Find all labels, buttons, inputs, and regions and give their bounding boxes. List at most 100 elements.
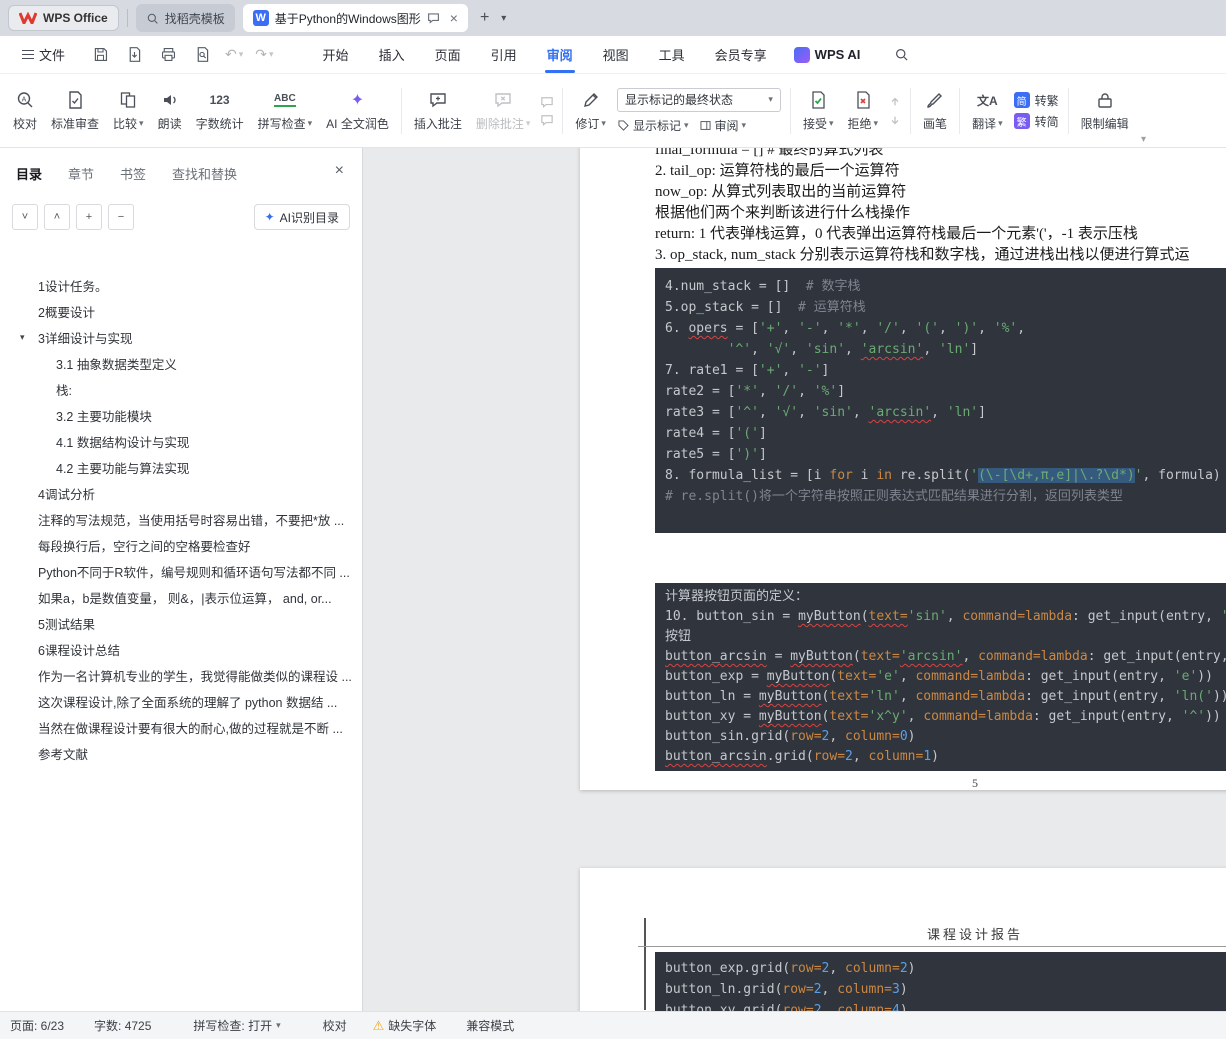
dropdown-arrow-icon[interactable]: ▾ <box>239 49 244 60</box>
export-pdf-button[interactable] <box>123 44 145 66</box>
toc-item[interactable]: 5测试结果 <box>0 610 362 636</box>
toc-item[interactable]: 3.2 主要功能模块 <box>0 402 362 428</box>
toc-collapse-button[interactable]: ˄ <box>44 204 70 230</box>
delete-comment-button[interactable]: 删除批注 ▾ <box>469 80 538 142</box>
markup-tag-icon <box>618 119 629 131</box>
previous-comment-icon[interactable] <box>540 96 554 108</box>
file-menu-button[interactable]: 文件 <box>12 45 75 64</box>
spell-check-button[interactable]: ABC 拼写检查 ▾ <box>251 80 320 142</box>
sidebar-tab-bookmarks[interactable]: 书签 <box>120 164 146 183</box>
menu-insert[interactable]: 插入 <box>364 36 420 73</box>
toc-item[interactable]: 4调试分析 <box>0 480 362 506</box>
tab-template-store[interactable]: 找稻壳模板 <box>135 4 235 32</box>
collapse-ribbon-icon[interactable]: ▾ <box>1141 134 1146 145</box>
menu-tools[interactable]: 工具 <box>644 36 700 73</box>
print-button[interactable] <box>157 44 179 66</box>
toc-item[interactable]: 作为一名计算机专业的学生，我觉得能做类似的课程设 ... <box>0 662 362 688</box>
wps-home-button[interactable]: WPS Office <box>8 5 119 31</box>
dropdown-arrow-icon: ▾ <box>525 118 531 128</box>
word-count-indicator[interactable]: 字数: 4725 <box>94 1017 151 1034</box>
toc-zoom-in-button[interactable]: + <box>76 204 102 230</box>
dropdown-arrow-icon[interactable]: ▾ <box>269 49 274 60</box>
to-traditional-button[interactable]: 简 转繁 <box>1013 92 1059 109</box>
menu-home[interactable]: 开始 <box>308 36 364 73</box>
text-line: button_xy.grid(row=2, column=4) <box>665 1003 908 1011</box>
restrict-edit-button[interactable]: 限制编辑 <box>1074 80 1136 142</box>
read-aloud-button[interactable]: 朗读 <box>151 80 189 142</box>
reject-button[interactable]: 拒绝 ▾ <box>841 80 886 142</box>
ai-recognize-toc-button[interactable]: ✦ AI识别目录 <box>253 204 350 230</box>
toc-item[interactable]: 3.1 抽象数据类型定义 <box>0 350 362 376</box>
navigation-sidebar: 目录 章节 书签 查找和替换 × ˅ ˄ + − ✦ AI识别目录 1设计任务。… <box>0 148 363 1011</box>
show-markup-button[interactable]: 显示标记 ▾ <box>617 117 689 134</box>
next-change-icon[interactable] <box>888 114 902 126</box>
sidebar-tab-chapters[interactable]: 章节 <box>68 164 94 183</box>
delete-comment-label: 删除批注 <box>475 117 524 131</box>
review-pane-button[interactable]: 审阅 ▾ <box>699 117 746 134</box>
window-tab-bar: WPS Office 找稻壳模板 W 基于Python的Windows图形 × … <box>0 0 1226 36</box>
toc-item[interactable]: 6课程设计总结 <box>0 636 362 662</box>
menu-member[interactable]: 会员专享 <box>700 36 782 73</box>
redo-button[interactable]: ↷ ▾ <box>255 46 273 63</box>
toc-item[interactable]: 4.2 主要功能与算法实现 <box>0 454 362 480</box>
ai-polish-button[interactable]: ✦ AI 全文润色 <box>319 80 396 142</box>
compare-button[interactable]: 比较 ▾ <box>106 80 151 142</box>
insert-comment-button[interactable]: 插入批注 <box>407 80 469 142</box>
track-changes-button[interactable]: 修订 ▾ <box>568 80 613 142</box>
toc-item[interactable]: 当然在做课程设计要有很大的耐心,做的过程就是不断 ... <box>0 714 362 740</box>
spell-check-status[interactable]: 拼写检查: 打开 ▾ <box>193 1017 280 1034</box>
tab-document[interactable]: W 基于Python的Windows图形 × <box>242 4 468 32</box>
accept-button[interactable]: 接受 ▾ <box>796 80 841 142</box>
standard-review-button[interactable]: 标准审查 <box>44 80 106 142</box>
toc-item[interactable]: 这次课程设计,除了全面系统的理解了 python 数据结 ... <box>0 688 362 714</box>
comment-count-icon[interactable] <box>427 12 440 24</box>
document-page-5[interactable]: final_formula = [] # 最终的算式列表 2. tail_op: … <box>580 148 1226 790</box>
toc-item[interactable]: ▾ 3详细设计与实现 <box>0 324 362 350</box>
toc-item[interactable]: 如果a，b是数值变量， 则&，|表示位运算， and, or... <box>0 584 362 610</box>
toc-item[interactable]: 注释的写法规范，当使用括号时容易出错，不要把*放 ... <box>0 506 362 532</box>
proofread-status[interactable]: 校对 <box>323 1017 347 1034</box>
translate-button[interactable]: 文A 翻译 ▾ <box>965 80 1010 142</box>
toc-zoom-out-button[interactable]: − <box>108 204 134 230</box>
sidebar-tab-contents[interactable]: 目录 <box>16 164 42 183</box>
next-comment-icon[interactable] <box>540 114 554 126</box>
word-count-button[interactable]: 123 字数统计 <box>189 80 251 142</box>
search-button[interactable] <box>894 47 909 62</box>
close-sidebar-icon[interactable]: × <box>335 162 344 180</box>
toc-item[interactable]: 4.1 数据结构设计与实现 <box>0 428 362 454</box>
menu-page[interactable]: 页面 <box>420 36 476 73</box>
dropdown-arrow-icon: ▾ <box>998 118 1003 128</box>
redo-icon: ↷ <box>255 46 268 62</box>
print-preview-button[interactable] <box>191 44 213 66</box>
page-indicator[interactable]: 页面: 6/23 <box>10 1017 64 1034</box>
save-button[interactable] <box>89 44 111 66</box>
to-simplified-button[interactable]: 繁 转简 <box>1013 113 1059 130</box>
tab-list-chevron-icon[interactable]: ▾ <box>501 13 506 24</box>
sidebar-tab-find-replace[interactable]: 查找和替换 <box>172 164 237 183</box>
menu-review[interactable]: 审阅 <box>532 36 588 73</box>
menu-view[interactable]: 视图 <box>588 36 644 73</box>
collapse-triangle-icon[interactable]: ▾ <box>20 332 25 343</box>
text-line: 5.op_stack = [] # 运算符栈 <box>665 300 866 315</box>
document-canvas[interactable]: final_formula = [] # 最终的算式列表 2. tail_op: … <box>363 148 1226 1011</box>
brush-button[interactable]: 画笔 <box>916 80 954 142</box>
undo-button[interactable]: ↶ ▾ <box>225 46 243 63</box>
compatibility-mode-indicator[interactable]: 兼容模式 <box>466 1017 514 1034</box>
toc-item[interactable]: 参考文献 <box>0 740 362 766</box>
toc-item[interactable]: 2概要设计 <box>0 298 362 324</box>
warning-icon: ⚠ <box>372 1017 385 1033</box>
toc-item[interactable]: 每段换行后，空行之间的空格要检查好 <box>0 532 362 558</box>
document-page-6[interactable]: 课程设计报告 button_exp.grid(row=2, column=2) b… <box>580 868 1226 1011</box>
toc-expand-button[interactable]: ˅ <box>12 204 38 230</box>
new-tab-button[interactable]: + <box>476 9 493 27</box>
menu-wps-ai[interactable]: WPS AI <box>782 46 873 63</box>
proofread-button[interactable]: A 校对 <box>6 80 44 142</box>
close-tab-icon[interactable]: × <box>450 10 458 26</box>
missing-font-warning[interactable]: ⚠ 缺失字体 <box>373 1017 437 1034</box>
toc-item[interactable]: 1设计任务。 <box>0 272 362 298</box>
menu-reference[interactable]: 引用 <box>476 36 532 73</box>
toc-item[interactable]: Python不同于R软件，编号规则和循环语句写法都不同 ... <box>0 558 362 584</box>
markup-state-select[interactable]: 显示标记的最终状态 ▾ <box>616 87 781 112</box>
previous-change-icon[interactable] <box>888 96 902 108</box>
toc-item[interactable]: 栈: <box>0 376 362 402</box>
